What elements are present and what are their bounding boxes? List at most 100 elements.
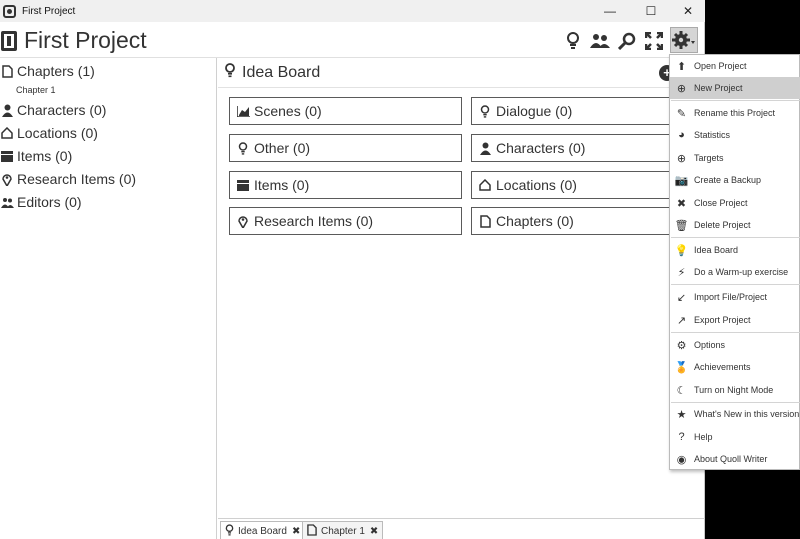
menu-item-night-mode[interactable]: ☾ Turn on Night Mode	[670, 379, 800, 401]
menu-item-label: Turn on Night Mode	[694, 385, 774, 395]
menu-item-statistics[interactable]: ◕ Statistics	[670, 124, 800, 146]
menu-item-label: Targets	[694, 153, 724, 163]
menu-item-create-backup[interactable]: 📷 Create a Backup	[670, 169, 800, 191]
menu-item-label: Close Project	[694, 198, 748, 208]
star-icon: ★	[676, 408, 687, 421]
category-other[interactable]: Other (0)	[229, 134, 462, 162]
sidebar-item-chapters[interactable]: Chapters (1)	[0, 60, 95, 82]
menu-item-label: Statistics	[694, 130, 731, 140]
tab-idea-board[interactable]: Idea Board ✖	[220, 521, 306, 539]
x-icon: ✖	[676, 197, 687, 210]
menu-item-label: What's New in this version	[694, 409, 800, 419]
sidebar-item-characters[interactable]: Characters (0)	[0, 99, 106, 121]
menu-item-label: Rename this Project	[694, 108, 776, 118]
category-label: Locations (0)	[496, 177, 577, 193]
menu-item-label: About Quoll Writer	[694, 454, 768, 464]
category-label: Chapters (0)	[496, 213, 574, 229]
lightbulb-icon[interactable]	[562, 30, 584, 52]
menu-item-label: Export Project	[694, 315, 751, 325]
menu-item-label: New Project	[694, 83, 743, 93]
sidebar-item-label: Locations (0)	[17, 125, 98, 141]
category-scenes[interactable]: Scenes (0)	[229, 97, 462, 125]
menu-item-options[interactable]: ⚙ Options	[670, 334, 800, 356]
document-icon	[477, 214, 493, 228]
items-icon	[235, 179, 251, 191]
camera-icon: 📷	[674, 174, 689, 187]
fullscreen-icon[interactable]	[643, 30, 665, 52]
trash-icon: 🗑	[674, 219, 689, 232]
menu-item-whats-new[interactable]: ★ What's New in this version	[670, 403, 800, 425]
menu-item-label: Import File/Project	[694, 292, 768, 302]
category-items[interactable]: Items (0)	[229, 171, 462, 199]
sidebar-chapter-item[interactable]: Chapter 1	[16, 85, 56, 95]
arrow-down-left-icon: ↙	[676, 291, 687, 304]
category-characters[interactable]: Characters (0)	[471, 134, 676, 162]
lightbulb-icon	[477, 104, 493, 118]
chart-icon	[235, 105, 251, 117]
menu-item-label: Idea Board	[694, 245, 739, 255]
category-research-items[interactable]: Research Items (0)	[229, 207, 462, 235]
sidebar-item-label: Editors (0)	[17, 194, 82, 210]
pin-icon	[0, 173, 14, 186]
people-icon[interactable]	[589, 30, 611, 52]
menu-item-about[interactable]: ◉ About Quoll Writer	[670, 448, 800, 470]
pencil-icon: ✎	[676, 107, 687, 120]
menu-item-label: Achievements	[694, 362, 751, 372]
category-label: Characters (0)	[496, 140, 586, 156]
question-icon: ?	[678, 431, 685, 443]
lightning-icon: ⚡	[677, 266, 686, 279]
menu-item-export[interactable]: ↗ Export Project	[670, 309, 800, 331]
menu-item-rename-project[interactable]: ✎ Rename this Project	[670, 102, 800, 124]
menu-item-label: Delete Project	[694, 220, 751, 230]
close-window-button[interactable]: ✕	[668, 0, 708, 22]
sidebar-item-label: Chapters (1)	[17, 63, 95, 79]
project-header: First Project	[0, 22, 705, 58]
menu-item-delete-project[interactable]: 🗑 Delete Project	[670, 214, 800, 236]
project-sidebar: Chapters (1) Chapter 1 Characters (0) Lo…	[0, 58, 217, 539]
tab-chapter-1[interactable]: Chapter 1 ✖	[302, 521, 384, 539]
title-bar: First Project — ☐ ✕	[0, 0, 705, 22]
sidebar-item-items[interactable]: Items (0)	[0, 145, 72, 167]
pie-chart-icon: ◕	[678, 129, 685, 141]
sidebar-item-locations[interactable]: Locations (0)	[0, 122, 98, 144]
sidebar-item-label: Research Items (0)	[17, 171, 137, 187]
arrow-up-right-icon: ↗	[676, 314, 687, 327]
category-locations[interactable]: Locations (0)	[471, 171, 676, 199]
items-icon	[0, 150, 14, 162]
lightbulb-icon	[224, 63, 236, 82]
home-icon	[0, 127, 14, 139]
menu-item-warm-up[interactable]: ⚡ Do a Warm-up exercise	[670, 261, 800, 283]
category-dialogue[interactable]: Dialogue (0)	[471, 97, 676, 125]
project-book-icon	[1, 31, 17, 51]
category-chapters[interactable]: Chapters (0)	[471, 207, 676, 235]
tab-label: Chapter 1	[321, 525, 365, 537]
lightbulb-icon: 💡	[674, 244, 689, 257]
idea-board-header: Idea Board +	[218, 58, 705, 88]
minimize-button[interactable]: —	[590, 0, 630, 22]
menu-item-import[interactable]: ↙ Import File/Project	[670, 286, 800, 308]
pin-icon	[235, 215, 251, 228]
menu-separator	[671, 284, 800, 285]
lightbulb-icon	[235, 141, 251, 155]
gear-icon[interactable]	[670, 27, 698, 53]
target-icon: ⊕	[676, 152, 687, 165]
menu-item-idea-board[interactable]: 💡 Idea Board	[670, 239, 800, 261]
settings-menu: ⬆ Open Project ⊕ New Project ✎ Rename this …	[669, 54, 800, 470]
close-tab-icon[interactable]: ✖	[370, 526, 378, 537]
window-title: First Project	[22, 5, 76, 17]
close-tab-icon[interactable]: ✖	[292, 526, 300, 537]
menu-item-close-project[interactable]: ✖ Close Project	[670, 192, 800, 214]
quoll-icon: ◉	[676, 453, 687, 466]
search-icon[interactable]	[616, 30, 638, 52]
sidebar-item-research-items[interactable]: Research Items (0)	[0, 168, 136, 190]
idea-board-title-row: Idea Board	[224, 63, 320, 82]
menu-item-new-project[interactable]: ⊕ New Project	[670, 77, 800, 99]
menu-item-help[interactable]: ? Help	[670, 426, 800, 448]
sidebar-item-editors[interactable]: Editors (0)	[0, 191, 82, 213]
menu-item-open-project[interactable]: ⬆ Open Project	[670, 55, 800, 77]
award-icon: 🏅	[674, 361, 689, 374]
menu-item-targets[interactable]: ⊕ Targets	[670, 147, 800, 169]
menu-item-achievements[interactable]: 🏅 Achievements	[670, 356, 800, 378]
maximize-button[interactable]: ☐	[631, 0, 671, 22]
sidebar-item-label: Characters (0)	[17, 102, 107, 118]
